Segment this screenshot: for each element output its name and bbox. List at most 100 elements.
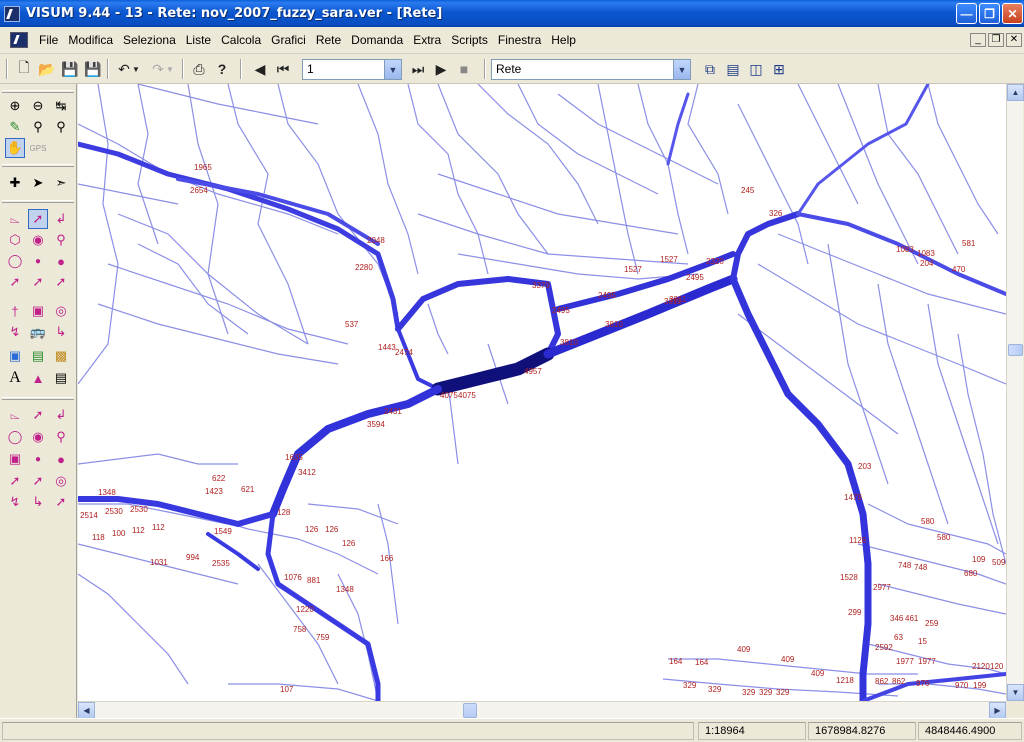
path-tool[interactable]: ➚ — [51, 272, 71, 292]
edit-count-tool[interactable]: ➚ — [5, 471, 25, 491]
menu-help[interactable]: Help — [546, 30, 581, 50]
node-tool[interactable]: ⌳ — [5, 209, 25, 229]
edit-route-tool[interactable]: ↳ — [28, 492, 48, 512]
zoom-window-button[interactable]: ⚲ — [28, 117, 48, 137]
turn-tool[interactable]: ↲ — [51, 209, 71, 229]
mdi-close-button[interactable]: ✕ — [1006, 33, 1022, 47]
edit-main-zone-tool[interactable]: ◉ — [28, 427, 48, 447]
vertical-scrollbar[interactable]: ▲ ▼ — [1006, 84, 1024, 701]
network-map-canvas[interactable]: 1965 2654 2048 2280 537 24741443 3370 2495 2495 3… — [78, 84, 1006, 701]
zoom-extents-button[interactable]: ↹ — [51, 96, 71, 116]
pan-button[interactable]: ✋ — [5, 138, 25, 158]
undo-dropdown[interactable]: ▼ — [131, 58, 141, 80]
graphic-parameters-tool[interactable]: ▤ — [28, 346, 48, 366]
zone-tool[interactable]: ⬡ — [5, 230, 25, 250]
connector-tool[interactable]: ⚲ — [51, 230, 71, 250]
edit-line-tool[interactable]: ↯ — [5, 492, 25, 512]
next-page-button[interactable]: ▶ — [430, 58, 452, 80]
redo-dropdown[interactable]: ▼ — [165, 58, 175, 80]
tile-vertical-button[interactable]: ◫ — [745, 58, 767, 80]
line-route-tool[interactable]: ↯ — [5, 322, 25, 342]
table-tool[interactable]: ▤ — [51, 368, 71, 388]
edit-turn-tool[interactable]: ↲ — [51, 405, 71, 425]
page-select[interactable]: 1 ▼ — [302, 59, 402, 80]
menu-calcola[interactable]: Calcola — [216, 30, 266, 50]
stop-point-tool[interactable]: † — [5, 301, 25, 321]
scroll-up-button[interactable]: ▲ — [1007, 84, 1024, 101]
scroll-left-button[interactable]: ◀ — [78, 702, 95, 719]
document-icon[interactable] — [10, 32, 28, 48]
pencil-button[interactable]: ✎ — [5, 117, 25, 137]
edit-detector-tool[interactable]: ➚ — [28, 471, 48, 491]
vehicle-journey-tool[interactable]: 🚌 — [28, 322, 48, 342]
tile-horizontal-button[interactable]: ▤ — [722, 58, 744, 80]
gps-button[interactable]: GPS — [28, 138, 48, 158]
arrange-windows-button[interactable]: ⊞ — [768, 58, 790, 80]
zoom-in-button[interactable]: ⊕ — [5, 96, 25, 116]
open-file-button[interactable]: 📂 — [36, 58, 58, 80]
save-as-button[interactable]: 💾 — [82, 58, 104, 80]
main-zone-tool[interactable]: ◉ — [28, 230, 48, 250]
menu-seleziona[interactable]: Seleziona — [118, 30, 181, 50]
mdi-minimize-button[interactable]: _ — [970, 33, 986, 47]
select-button[interactable]: ➤ — [28, 173, 48, 193]
add-object-button[interactable]: ✚ — [5, 173, 25, 193]
menu-scripts[interactable]: Scripts — [446, 30, 493, 50]
previous-page-button[interactable]: ◀ — [249, 58, 271, 80]
stop-area-tool[interactable]: ▣ — [28, 301, 48, 321]
menu-liste[interactable]: Liste — [181, 30, 216, 50]
detector-tool[interactable]: ➚ — [28, 272, 48, 292]
edit-territory-tool[interactable]: ▣ — [5, 449, 25, 469]
horizontal-scroll-thumb[interactable] — [463, 703, 477, 718]
menu-rete[interactable]: Rete — [311, 30, 346, 50]
edit-link-tool[interactable]: ➚ — [28, 405, 48, 425]
new-file-button[interactable]: 🗋 — [13, 58, 35, 80]
multi-select-button[interactable]: ➣ — [51, 173, 71, 193]
menu-grafici[interactable]: Grafici — [266, 30, 311, 50]
menu-file[interactable]: File — [34, 30, 63, 50]
restore-button[interactable]: ❐ — [979, 3, 1000, 24]
symbol-tool[interactable]: ▲ — [28, 368, 48, 388]
minimize-button[interactable]: — — [956, 3, 977, 24]
edit-path-tool[interactable]: ➚ — [51, 492, 71, 512]
help-button[interactable]: ? — [211, 58, 233, 80]
horizontal-scrollbar[interactable]: ◀ ▶ — [78, 701, 1006, 719]
stop-tool[interactable]: ◎ — [51, 301, 71, 321]
legend-tool[interactable]: ▩ — [51, 346, 71, 366]
scroll-down-button[interactable]: ▼ — [1007, 684, 1024, 701]
view-select[interactable]: Rete ▼ — [491, 59, 691, 80]
last-page-button[interactable]: ⏭ — [407, 58, 429, 80]
territory-tool[interactable]: ◯ — [5, 251, 25, 271]
count-location-tool[interactable]: ➚ — [5, 272, 25, 292]
edit-screenline-tool[interactable]: ● — [51, 449, 71, 469]
menu-modifica[interactable]: Modifica — [63, 30, 118, 50]
zoom-previous-button[interactable]: ⚲ — [51, 117, 71, 137]
close-button[interactable]: ✕ — [1002, 3, 1023, 24]
chevron-down-icon[interactable]: ▼ — [673, 60, 690, 79]
vertical-scroll-thumb[interactable] — [1008, 344, 1023, 356]
edit-zone-tool[interactable]: ◯ — [5, 427, 25, 447]
text-tool[interactable]: A — [5, 368, 25, 388]
scroll-right-button[interactable]: ▶ — [989, 702, 1006, 719]
edit-stop-tool[interactable]: ◎ — [51, 471, 71, 491]
edit-node-tool[interactable]: ⌳ — [5, 405, 25, 425]
edit-connector-tool[interactable]: ⚲ — [51, 427, 71, 447]
menu-domanda[interactable]: Domanda — [346, 30, 408, 50]
stop-button[interactable]: ■ — [453, 58, 475, 80]
link-tool[interactable]: ➚ — [28, 209, 48, 229]
title-bar[interactable]: VISUM 9.44 - 13 - Rete: nov_2007_fuzzy_s… — [0, 0, 1024, 27]
network-map[interactable]: 1965 2654 2048 2280 537 2474 1443 3370 2495 2495 3… — [78, 84, 1006, 701]
print-button[interactable]: ⎙ — [188, 58, 210, 80]
save-button[interactable]: 💾 — [59, 58, 81, 80]
menu-extra[interactable]: Extra — [408, 30, 446, 50]
chevron-down-icon[interactable]: ▼ — [384, 60, 401, 79]
timetable-tool[interactable]: ↳ — [51, 322, 71, 342]
menu-finestra[interactable]: Finestra — [493, 30, 546, 50]
edit-poi-tool[interactable]: ● — [28, 449, 48, 469]
first-page-button[interactable]: ⏮ — [272, 58, 294, 80]
poi-tool[interactable]: ● — [28, 251, 48, 271]
background-tool[interactable]: ▣ — [5, 346, 25, 366]
visum-app-icon[interactable] — [4, 5, 20, 22]
cascade-windows-button[interactable]: ⧉ — [699, 58, 721, 80]
mdi-restore-button[interactable]: ❐ — [988, 33, 1004, 47]
